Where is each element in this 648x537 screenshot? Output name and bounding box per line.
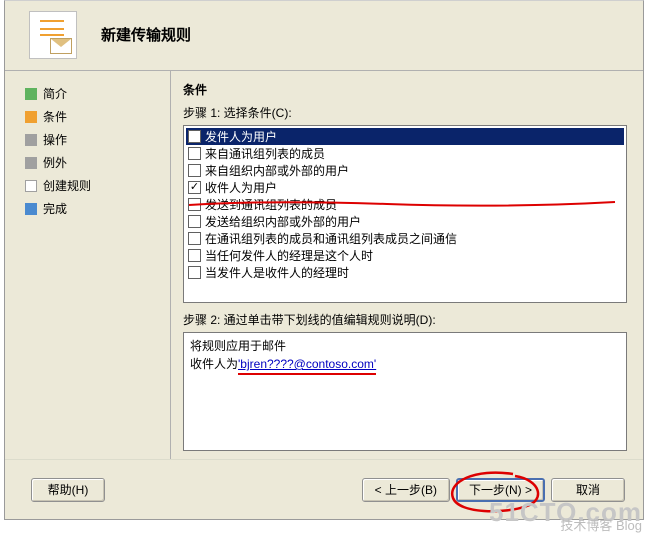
condition-checkbox[interactable] xyxy=(188,215,201,228)
condition-label: 发件人为用户 xyxy=(205,128,277,145)
sidebar-item-actions[interactable]: 操作 xyxy=(25,131,160,148)
rule-text: 将规则应用于邮件 xyxy=(190,337,620,355)
sidebar-item-label: 创建规则 xyxy=(43,177,91,194)
mail-rule-icon xyxy=(29,11,77,59)
step-status-icon xyxy=(25,180,37,192)
step-status-icon xyxy=(25,157,37,169)
sidebar-item-create-rule[interactable]: 创建规则 xyxy=(25,177,160,194)
step-status-icon xyxy=(25,134,37,146)
condition-row[interactable]: 来自通讯组列表的成员 xyxy=(186,145,624,162)
condition-label: 发送给组织内部或外部的用户 xyxy=(205,213,361,230)
section-title: 条件 xyxy=(183,81,627,98)
condition-label: 当发件人是收件人的经理时 xyxy=(205,264,349,281)
footer: 帮助(H) < 上一步(B) 下一步(N) > 取消 xyxy=(5,459,643,519)
recipient-link[interactable]: 'bjren????@contoso.com' xyxy=(238,357,376,371)
condition-row[interactable]: 发送到通讯组列表的成员 xyxy=(186,196,624,213)
condition-label: 来自组织内部或外部的用户 xyxy=(205,162,349,179)
header: 新建传输规则 xyxy=(5,1,643,71)
condition-row[interactable]: 在通讯组列表的成员和通讯组列表成员之间通信 xyxy=(186,230,624,247)
condition-checkbox[interactable] xyxy=(188,147,201,160)
help-button[interactable]: 帮助(H) xyxy=(31,478,105,502)
condition-row[interactable]: 当发件人是收件人的经理时 xyxy=(186,264,624,281)
sidebar-item-exceptions[interactable]: 例外 xyxy=(25,154,160,171)
sidebar-item-label: 条件 xyxy=(43,108,67,125)
condition-checkbox[interactable] xyxy=(188,266,201,279)
main-panel: 条件 步骤 1: 选择条件(C): 发件人为用户 来自通讯组列表的成员 来自组织… xyxy=(170,71,643,459)
rule-recipient-line: 收件人为'bjren????@contoso.com' xyxy=(190,355,620,373)
sidebar-item-label: 例外 xyxy=(43,154,67,171)
sidebar-item-conditions[interactable]: 条件 xyxy=(25,108,160,125)
conditions-listbox-wrap: 发件人为用户 来自通讯组列表的成员 来自组织内部或外部的用户 收件人为用户 xyxy=(183,125,627,303)
condition-checkbox[interactable] xyxy=(188,198,201,211)
window-title: 新建传输规则 xyxy=(101,24,191,45)
sidebar-item-label: 简介 xyxy=(43,85,67,102)
condition-checkbox[interactable] xyxy=(188,130,201,143)
condition-row[interactable]: 发送给组织内部或外部的用户 xyxy=(186,213,624,230)
condition-label: 来自通讯组列表的成员 xyxy=(205,145,325,162)
condition-row[interactable]: 发件人为用户 xyxy=(186,128,624,145)
recipient-prefix: 收件人为 xyxy=(190,357,238,371)
condition-checkbox[interactable] xyxy=(188,164,201,177)
sidebar-item-complete[interactable]: 完成 xyxy=(25,200,160,217)
rule-description-editbox[interactable]: 将规则应用于邮件 收件人为'bjren????@contoso.com' xyxy=(183,332,627,451)
back-button[interactable]: < 上一步(B) xyxy=(362,478,450,502)
condition-checkbox[interactable] xyxy=(188,181,201,194)
step-status-icon xyxy=(25,111,37,123)
next-button[interactable]: 下一步(N) > xyxy=(456,478,545,502)
wizard-steps-sidebar: 简介 条件 操作 例外 创建规则 完成 xyxy=(5,71,170,459)
step-status-icon xyxy=(25,203,37,215)
step-status-icon xyxy=(25,88,37,100)
condition-row[interactable]: 收件人为用户 xyxy=(186,179,624,196)
cancel-button[interactable]: 取消 xyxy=(551,478,625,502)
conditions-listbox[interactable]: 发件人为用户 来自通讯组列表的成员 来自组织内部或外部的用户 收件人为用户 xyxy=(183,125,627,303)
sidebar-item-label: 完成 xyxy=(43,200,67,217)
condition-label: 在通讯组列表的成员和通讯组列表成员之间通信 xyxy=(205,230,457,247)
condition-label: 收件人为用户 xyxy=(205,179,277,196)
step2-label: 步骤 2: 通过单击带下划线的值编辑规则说明(D): xyxy=(183,311,627,328)
condition-row[interactable]: 当任何发件人的经理是这个人时 xyxy=(186,247,624,264)
wizard-window: 新建传输规则 简介 条件 操作 例外 创建规则 xyxy=(4,0,644,520)
sidebar-item-label: 操作 xyxy=(43,131,67,148)
condition-row[interactable]: 来自组织内部或外部的用户 xyxy=(186,162,624,179)
body: 简介 条件 操作 例外 创建规则 完成 条 xyxy=(5,71,643,459)
watermark-small: 技术博客 Blog xyxy=(489,519,642,533)
sidebar-item-intro[interactable]: 简介 xyxy=(25,85,160,102)
condition-checkbox[interactable] xyxy=(188,232,201,245)
condition-label: 当任何发件人的经理是这个人时 xyxy=(205,247,373,264)
step1-label: 步骤 1: 选择条件(C): xyxy=(183,104,627,121)
condition-checkbox[interactable] xyxy=(188,249,201,262)
condition-label: 发送到通讯组列表的成员 xyxy=(205,196,337,213)
